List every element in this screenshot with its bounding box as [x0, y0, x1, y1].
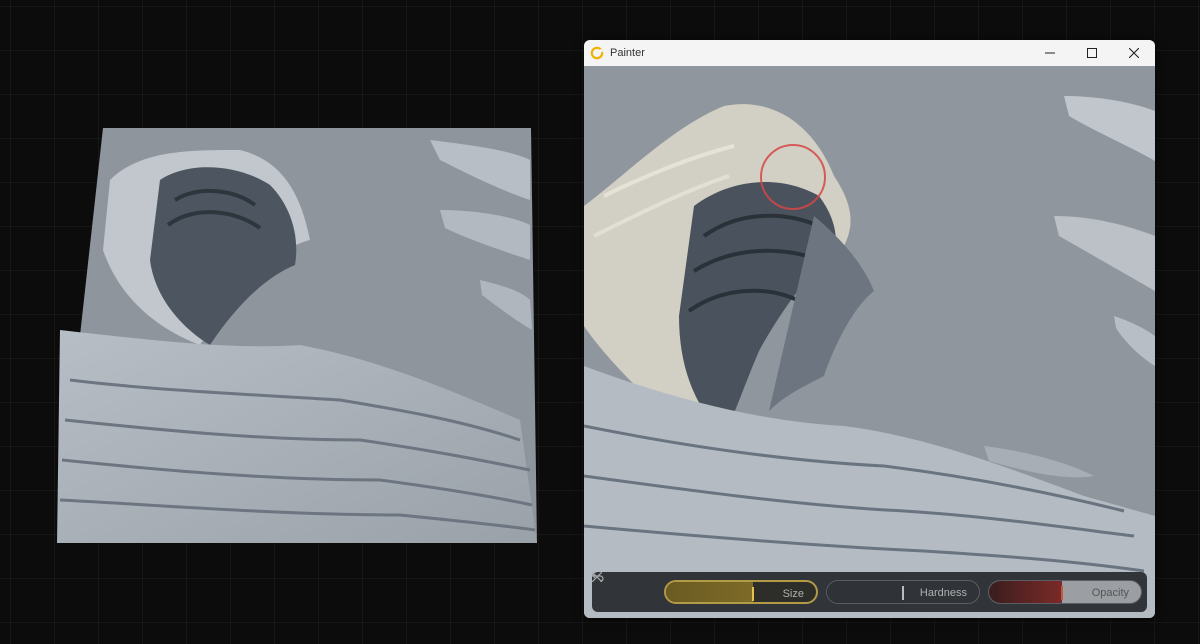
close-button[interactable] — [1113, 40, 1155, 66]
hardness-slider-handle[interactable] — [902, 586, 904, 600]
window-title: Painter — [610, 47, 645, 59]
size-slider-handle[interactable] — [752, 587, 754, 601]
size-label: Size — [782, 588, 804, 600]
painter-app-icon — [590, 46, 604, 60]
title-bar[interactable]: Painter — [584, 40, 1155, 67]
size-slider-fill — [666, 582, 753, 602]
opacity-slider-fill — [989, 581, 1062, 603]
maximize-icon — [1087, 48, 1097, 58]
size-slider[interactable]: Size — [664, 580, 818, 604]
undo-icon — [592, 573, 604, 582]
brush-cursor — [760, 144, 826, 210]
opacity-slider-handle[interactable] — [1060, 586, 1063, 600]
hardness-label: Hardness — [919, 587, 967, 599]
minimize-icon — [1045, 52, 1055, 54]
maximize-button[interactable] — [1071, 40, 1113, 66]
opacity-label: Opacity — [1091, 587, 1129, 599]
hardness-slider-fill — [827, 581, 903, 603]
opacity-slider[interactable]: Opacity — [988, 580, 1142, 604]
brush-toolbar: Size Hardness Opacity — [592, 572, 1147, 612]
heightmap-paint-canvas[interactable]: Size Hardness Opacity — [584, 66, 1155, 618]
hardness-slider[interactable]: Hardness — [826, 580, 980, 604]
close-icon — [1129, 48, 1139, 58]
undo-button[interactable] — [592, 573, 656, 606]
painter-window: Painter Size Hardness Opacity — [584, 40, 1155, 618]
toolbar-close-button[interactable] — [592, 572, 624, 606]
minimize-button[interactable] — [1029, 40, 1071, 66]
